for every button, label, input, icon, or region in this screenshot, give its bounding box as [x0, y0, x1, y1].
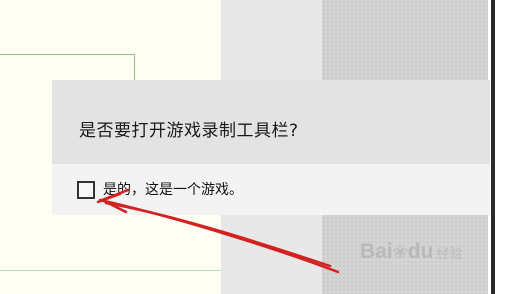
red-arrow-icon [96, 188, 340, 274]
